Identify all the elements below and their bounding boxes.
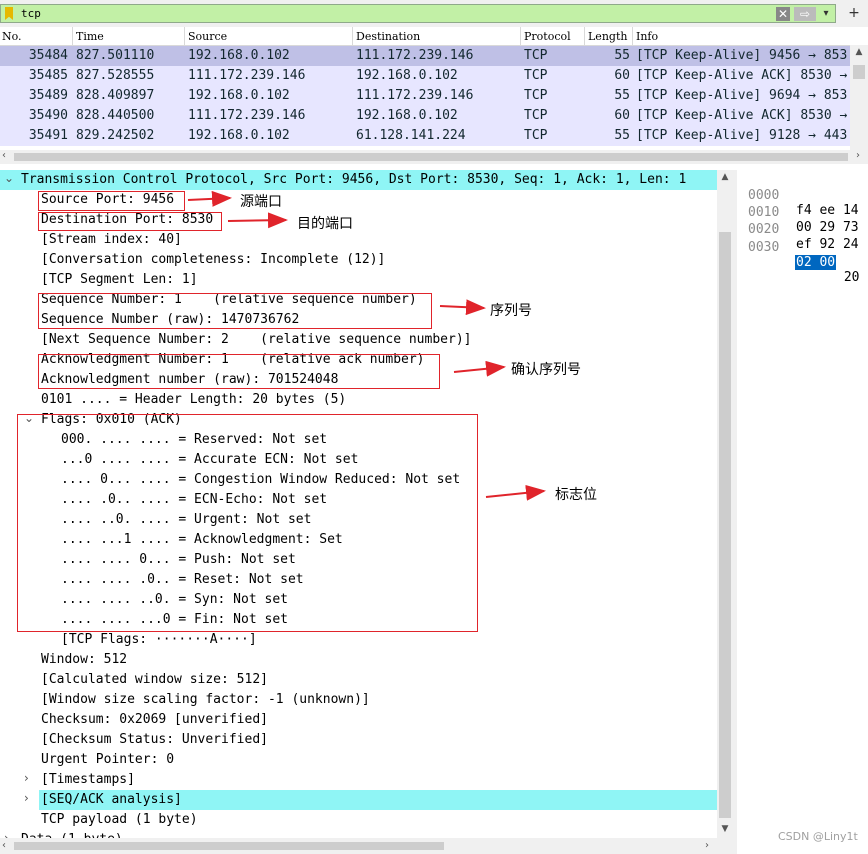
annotation-ack: 确认序列号 — [511, 362, 581, 378]
arrow-src-port — [187, 190, 232, 207]
annotation-seq: 序列号 — [490, 303, 532, 319]
arrow-dst-port — [227, 212, 288, 229]
annotation-flags: 标志位 — [555, 487, 597, 503]
arrow-ack — [453, 360, 506, 377]
arrow-seq — [439, 299, 486, 316]
annotation-dst-port: 目的端口 — [297, 216, 353, 232]
arrow-flags — [485, 484, 546, 501]
annotation-arrows — [187, 190, 546, 501]
annotation-src-port: 源端口 — [240, 194, 282, 210]
watermark: CSDN @Liny1t — [778, 830, 858, 843]
